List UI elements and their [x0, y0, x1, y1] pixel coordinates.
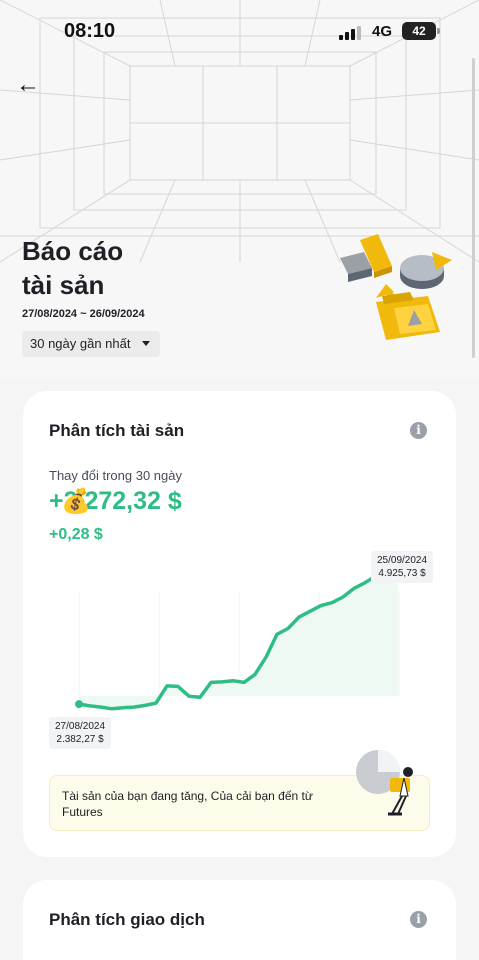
insight-banner: Tài sản của bạn đang tăng, Của cải bạn đ…	[49, 750, 430, 831]
period-selector[interactable]: 30 ngày gần nhất	[22, 331, 161, 357]
arrow-left-icon: ←	[16, 71, 40, 98]
network-type: 4G	[372, 23, 393, 40]
scrollbar[interactable]	[472, 58, 475, 358]
asset-report-illustration	[340, 234, 452, 340]
back-button[interactable]: ←	[14, 72, 42, 100]
info-icon[interactable]: i	[410, 911, 427, 928]
page-title: Báo cáo tài sản	[22, 236, 124, 300]
start-point-label: 27/08/2024 2.382,27 $	[49, 717, 112, 749]
insight-text: Tài sản của bạn đang tăng, Của cải bạn đ…	[62, 789, 313, 819]
change-label: Thay đổi trong 30 ngày	[49, 468, 182, 483]
status-time: 08:10	[64, 20, 116, 42]
trade-analysis-card: Phân tích giao dịch i	[23, 880, 456, 960]
asset-analysis-title: Phân tích tài sản	[49, 421, 185, 440]
change-percent: +0,28 $	[49, 526, 103, 543]
signal-icon	[339, 26, 363, 40]
period-selector-label: 30 ngày gần nhất	[30, 336, 131, 351]
date-range: 27/08/2024 ~ 26/09/2024	[22, 308, 145, 320]
caret-down-icon	[142, 341, 151, 346]
asset-analysis-card: Phân tích tài sản i Thay đổi trong 30 ng…	[23, 391, 456, 857]
end-point-label: 25/09/2024 4.925,73 $	[371, 551, 434, 583]
money-bag-icon: 💰	[61, 488, 91, 515]
status-bar: 08:10 4G 42	[0, 0, 479, 64]
chart-start-point	[75, 700, 83, 709]
info-icon[interactable]: i	[410, 422, 427, 439]
battery-icon: 42	[402, 22, 440, 40]
person-pie-chart-illustration	[356, 750, 413, 816]
end-point-date: 25/09/2024	[377, 555, 428, 566]
trade-analysis-title: Phân tích giao dịch	[49, 910, 205, 929]
start-point-value: 2.382,27 $	[56, 734, 104, 745]
end-point-value: 4.925,73 $	[378, 568, 426, 579]
header-hero: 08:10 4G 42 ← Báo cáo tài sản 27/08/2024…	[0, 0, 479, 380]
start-point-date: 27/08/2024	[55, 721, 106, 732]
